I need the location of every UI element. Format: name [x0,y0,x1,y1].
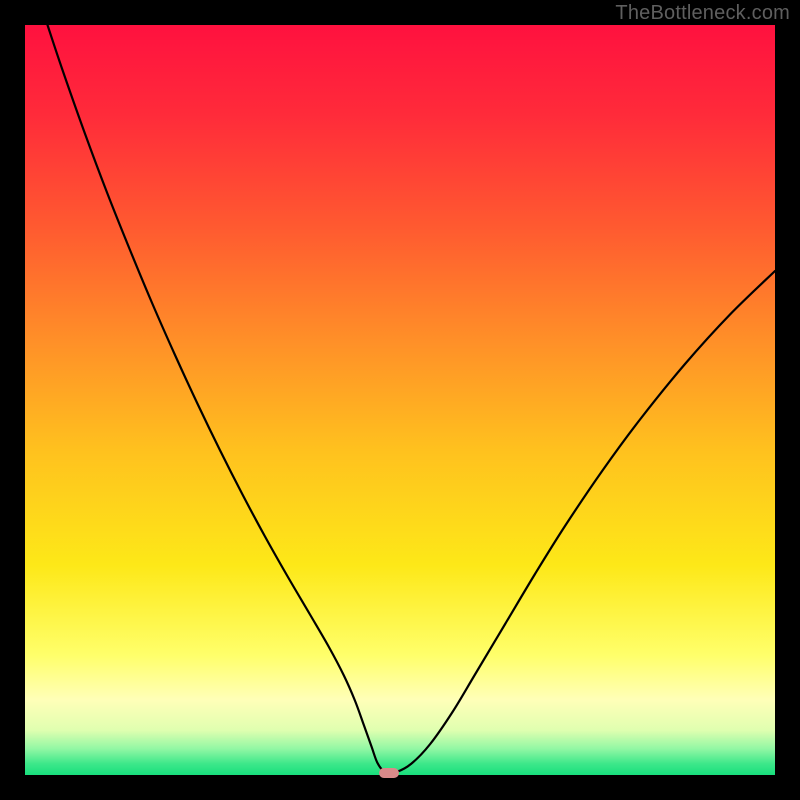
chart-frame: TheBottleneck.com [0,0,800,800]
plot-area [25,25,775,775]
watermark: TheBottleneck.com [615,2,790,25]
optimal-point-marker [379,768,399,778]
gradient-background [25,25,775,775]
